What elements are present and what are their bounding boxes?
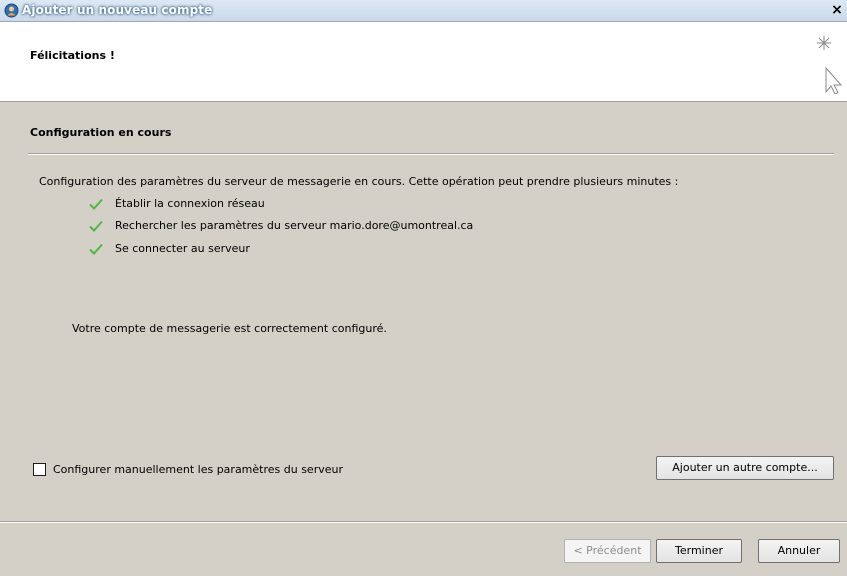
check-icon [89,243,103,255]
step-label: Établir la connexion réseau [115,197,265,210]
progress-description: Configuration des paramètres du serveur … [39,175,679,188]
add-account-dialog: Ajouter un nouveau compte × Félicitation… [0,0,847,576]
close-button[interactable]: × [829,2,845,18]
finish-button[interactable]: Terminer [656,539,742,563]
step-server-settings: Rechercher les paramètres du serveur mar… [89,219,473,232]
wizard-header: Félicitations ! [0,22,847,102]
wizard-cursor-icon [817,36,843,94]
step-network: Établir la connexion réseau [89,197,265,210]
previous-button[interactable]: < Précédent [564,539,651,563]
window-title: Ajouter un nouveau compte [22,3,213,17]
checkbox-box[interactable] [33,463,46,476]
header-title: Félicitations ! [30,49,115,62]
success-message: Votre compte de messagerie est correctem… [72,322,387,335]
add-another-account-button[interactable]: Ajouter un autre compte... [656,456,834,480]
manual-config-label: Configurer manuellement les paramètres d… [53,463,343,476]
step-label: Se connecter au serveur [115,242,250,255]
footer-divider [0,521,847,523]
check-icon [89,198,103,210]
step-label: Rechercher les paramètres du serveur mar… [115,219,474,232]
section-title: Configuration en cours [30,126,172,139]
cancel-button[interactable]: Annuler [758,539,840,563]
outlook-app-icon [4,3,19,18]
manual-config-checkbox[interactable]: Configurer manuellement les paramètres d… [33,463,343,476]
section-divider [28,153,834,155]
check-icon [89,220,103,232]
step-connect: Se connecter au serveur [89,242,250,255]
title-bar[interactable]: Ajouter un nouveau compte × [0,0,847,22]
